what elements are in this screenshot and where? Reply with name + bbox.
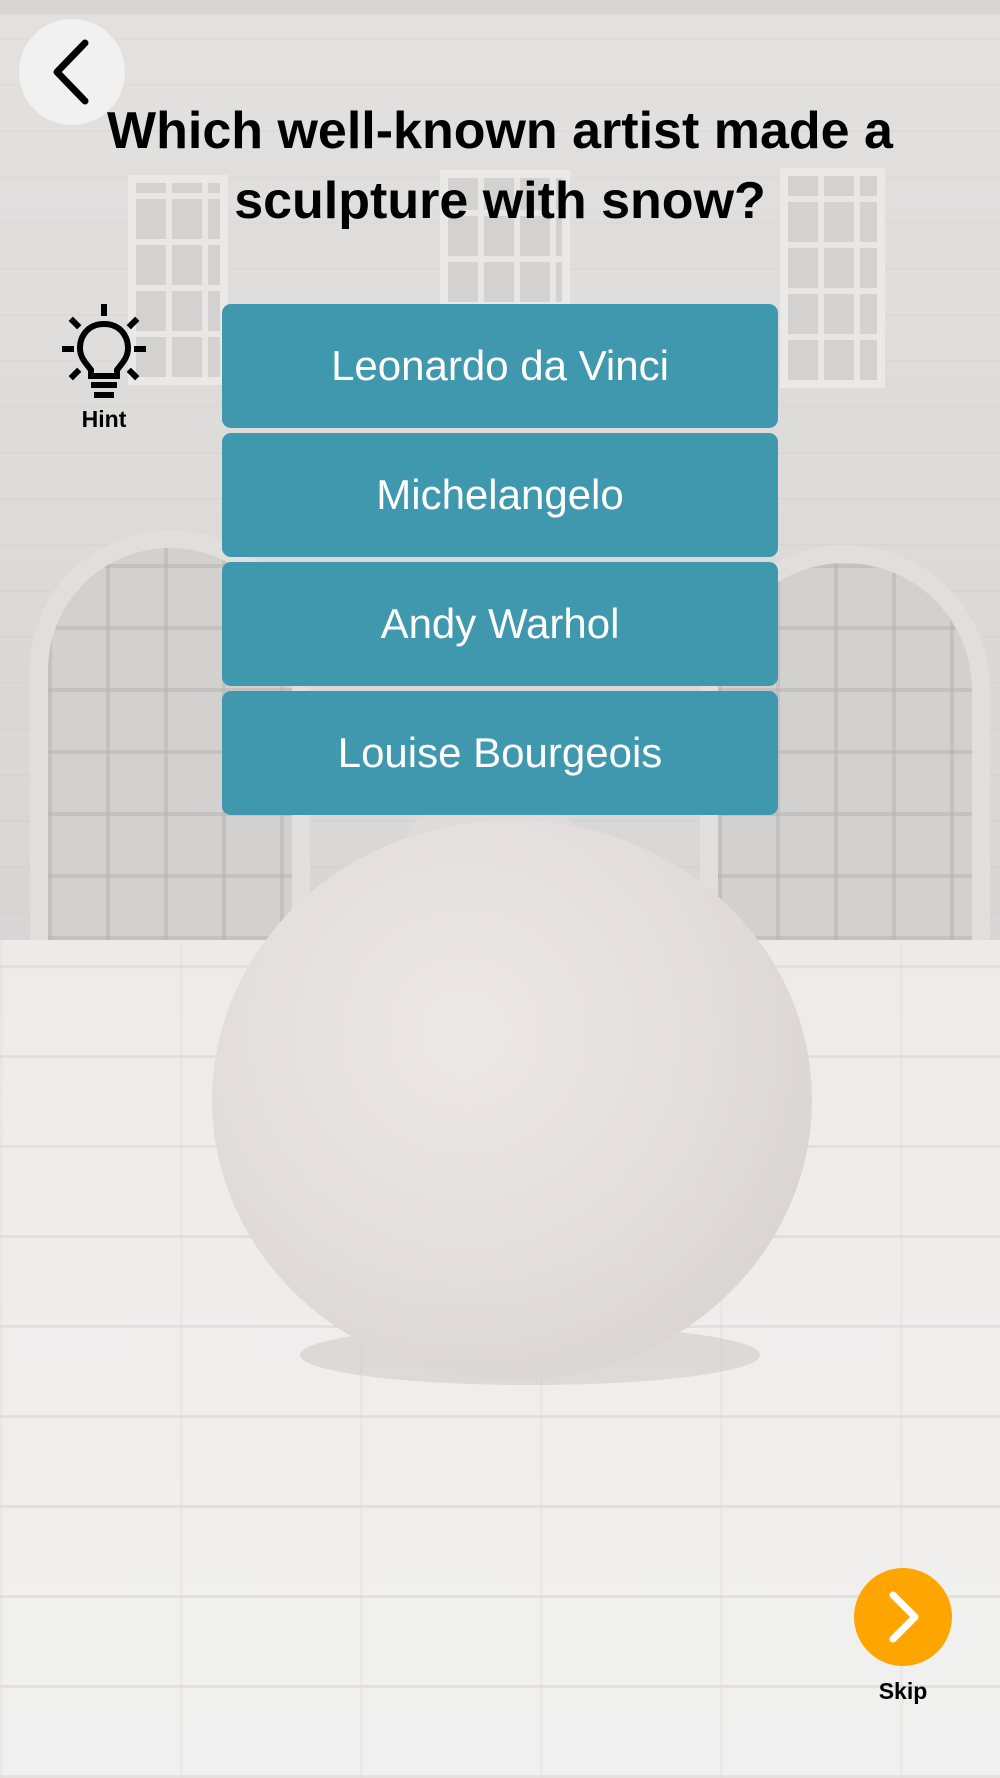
question-text: Which well-known artist made a sculpture… — [107, 102, 893, 230]
background-photo — [0, 0, 1000, 1778]
skip-button[interactable]: Skip — [853, 1568, 953, 1705]
skip-label: Skip — [878, 1678, 928, 1704]
answer-button[interactable]: Louise Bourgeois — [222, 691, 778, 815]
quiz-screen: Which well-known artist made a sculpture… — [0, 0, 1000, 1778]
hint-button[interactable]: Hint — [52, 300, 156, 433]
chevron-right-icon — [889, 1591, 919, 1643]
answer-button[interactable]: Michelangelo — [222, 433, 778, 557]
answer-list: Leonardo da Vinci Michelangelo Andy Warh… — [222, 304, 778, 820]
background-overlay — [0, 0, 1000, 1778]
answer-button[interactable]: Leonardo da Vinci — [222, 304, 778, 428]
lightbulb-icon — [62, 304, 146, 398]
hint-label: Hint — [81, 406, 127, 432]
answer-button[interactable]: Andy Warhol — [222, 562, 778, 686]
skip-circle[interactable] — [854, 1568, 952, 1666]
